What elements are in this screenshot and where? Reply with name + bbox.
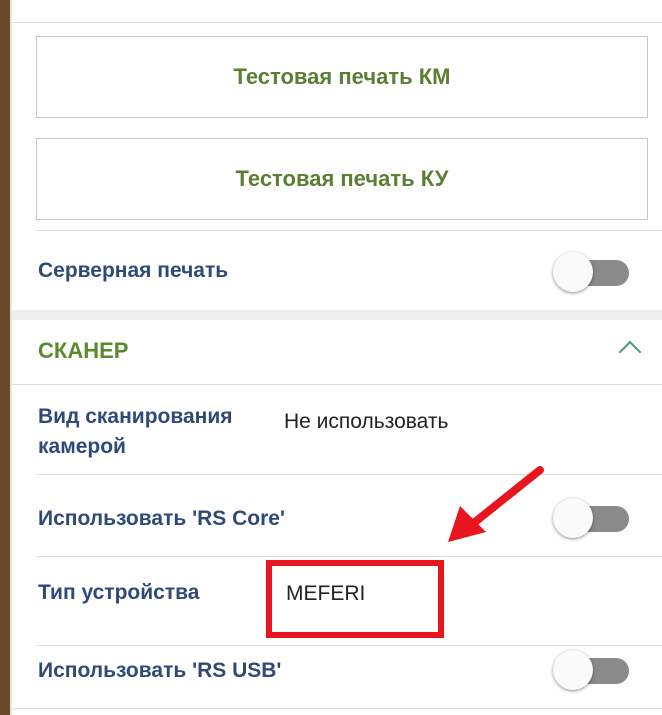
section-separator [12, 310, 662, 320]
camera-scan-value[interactable]: Не использовать [284, 410, 448, 434]
device-type-label: Тип устройства [38, 581, 200, 604]
divider [36, 645, 662, 646]
scanner-section-title[interactable]: СКАНЕР [38, 338, 128, 364]
toggle-thumb [553, 252, 593, 292]
divider [36, 474, 662, 475]
annotation-arrow-icon [448, 466, 544, 542]
test-print-km-label: Тестовая печать КМ [233, 64, 451, 89]
annotation-highlight-box [266, 560, 444, 638]
test-print-ku-label: Тестовая печать КУ [235, 166, 449, 191]
divider [36, 556, 662, 557]
rs-usb-label: Использовать 'RS USB' [38, 659, 282, 682]
divider [12, 708, 662, 709]
toggle-thumb [553, 650, 593, 690]
test-print-ku-button[interactable]: Тестовая печать КУ [36, 138, 648, 220]
camera-scan-label-line2: камерой [38, 435, 126, 458]
toggle-thumb [553, 498, 593, 538]
rs-core-toggle[interactable] [553, 496, 635, 540]
divider [36, 230, 662, 231]
rs-usb-toggle[interactable] [553, 648, 635, 692]
divider [12, 384, 662, 385]
camera-scan-label-line1: Вид сканирования [38, 405, 233, 428]
divider [12, 22, 662, 23]
test-print-km-button[interactable]: Тестовая печать КМ [36, 36, 648, 118]
rs-core-label: Использовать 'RS Core' [38, 507, 285, 530]
server-print-label: Серверная печать [38, 259, 229, 282]
server-print-toggle[interactable] [553, 250, 635, 294]
